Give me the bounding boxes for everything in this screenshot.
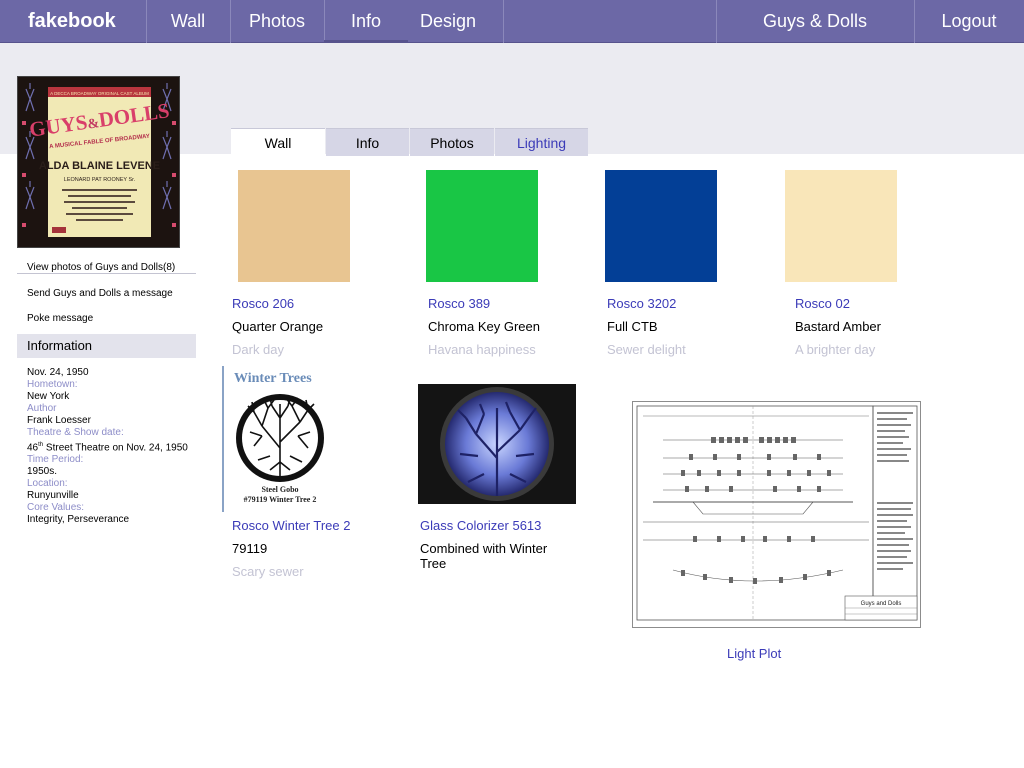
card-title-rosco-389[interactable]: Rosco 389 bbox=[428, 296, 490, 311]
fakebook-logo[interactable]: fakebook bbox=[0, 0, 146, 43]
info-values: Integrity, Perseverance bbox=[27, 514, 130, 526]
profile-picture[interactable]: A DECCA BROADWAY ORIGINAL CAST ALBUM GUY… bbox=[17, 76, 180, 248]
card-title-rosco-winter-tree[interactable]: Rosco Winter Tree 2 bbox=[232, 518, 351, 533]
glass-colorizer-image[interactable] bbox=[418, 384, 576, 504]
info-hometown: New York bbox=[27, 391, 70, 402]
card-subtitle: Full CTB bbox=[607, 319, 658, 334]
information-list: Nov. 24, 1950 Hometown: New York Author … bbox=[27, 367, 207, 526]
tab-lighting[interactable]: Lighting bbox=[495, 128, 588, 156]
poke-link[interactable]: Poke message bbox=[27, 313, 93, 324]
swatch-rosco-389[interactable] bbox=[426, 170, 538, 282]
information-heading: Information bbox=[17, 334, 196, 358]
svg-text:ALDA BLAINE LEVENE: ALDA BLAINE LEVENE bbox=[39, 160, 160, 172]
card-note: Sewer delight bbox=[607, 342, 686, 357]
nav-info[interactable]: Info bbox=[324, 0, 408, 43]
info-values-label: Core Values: bbox=[27, 502, 85, 514]
card-subtitle: Combined with Winter Tree bbox=[420, 541, 548, 571]
nav-photos[interactable]: Photos bbox=[230, 0, 324, 43]
gobo-picture: Winter Trees Steel Gobo #79119 Winter Tr… bbox=[234, 371, 324, 504]
card-title-rosco-206[interactable]: Rosco 206 bbox=[232, 296, 294, 311]
nav-logout[interactable]: Logout bbox=[914, 0, 1024, 43]
card-title-rosco-02[interactable]: Rosco 02 bbox=[795, 296, 850, 311]
swatch-rosco-206[interactable] bbox=[238, 170, 350, 282]
card-note: A brighter day bbox=[795, 342, 876, 357]
card-subtitle: 79119 bbox=[232, 541, 268, 556]
svg-text:A DECCA BROADWAY ORIGINAL CAST: A DECCA BROADWAY ORIGINAL CAST ALBUM bbox=[50, 91, 149, 96]
svg-text:Steel Gobo: Steel Gobo bbox=[261, 485, 298, 494]
sidebar-divider bbox=[17, 273, 196, 274]
glass-picture bbox=[440, 387, 554, 501]
svg-text:#79119 Winter Tree 2: #79119 Winter Tree 2 bbox=[244, 495, 317, 504]
svg-text:Guys and Dolls: Guys and Dolls bbox=[861, 601, 902, 607]
card-title-glass-colorizer[interactable]: Glass Colorizer 5613 bbox=[420, 518, 541, 533]
card-title-light-plot[interactable]: Light Plot bbox=[727, 646, 781, 661]
nav-group-guys-and-dolls[interactable]: Guys & Dolls bbox=[716, 0, 914, 43]
send-message-link[interactable]: Send Guys and Dolls a message bbox=[27, 288, 173, 299]
swatch-rosco-02[interactable] bbox=[785, 170, 897, 282]
card-title-rosco-3202[interactable]: Rosco 3202 bbox=[607, 296, 676, 311]
card-subtitle: Chroma Key Green bbox=[428, 319, 540, 334]
info-theatre-label: Theatre & Show date: bbox=[27, 427, 124, 438]
card-subtitle: Bastard Amber bbox=[795, 319, 881, 334]
guys-and-dolls-poster-image: A DECCA BROADWAY ORIGINAL CAST ALBUM GUY… bbox=[18, 77, 179, 247]
card-subtitle: Quarter Orange bbox=[232, 319, 324, 334]
info-location: Runyunville bbox=[27, 490, 79, 502]
light-plot-drawing: Guys and Dolls bbox=[636, 405, 918, 621]
card-note: Havana happiness bbox=[428, 342, 536, 357]
winter-tree-gobo-image[interactable]: Winter Trees Steel Gobo #79119 Winter Tr… bbox=[222, 366, 334, 512]
card-note: Dark day bbox=[232, 342, 285, 357]
tab-info[interactable]: Info bbox=[326, 128, 409, 156]
info-hometown-label: Hometown: bbox=[27, 379, 78, 390]
info-date: Nov. 24, 1950 bbox=[27, 367, 89, 378]
info-author-label: Author bbox=[27, 403, 57, 414]
info-author: Frank Loesser bbox=[27, 415, 91, 426]
tab-photos[interactable]: Photos bbox=[410, 128, 494, 156]
nav-wall[interactable]: Wall bbox=[146, 0, 230, 43]
svg-text:Winter Trees: Winter Trees bbox=[234, 371, 312, 386]
svg-text:LEONARD PAT ROONEY Sr.: LEONARD PAT ROONEY Sr. bbox=[64, 177, 136, 183]
swatch-rosco-3202[interactable] bbox=[605, 170, 717, 282]
info-period: 1950s. bbox=[27, 466, 58, 478]
nav-divider bbox=[503, 0, 504, 43]
tab-wall[interactable]: Wall bbox=[231, 128, 325, 156]
light-plot-image[interactable]: Guys and Dolls bbox=[632, 401, 921, 628]
nav-design[interactable]: Design bbox=[408, 0, 488, 43]
info-theatre: 46th Street Theatre on Nov. 24, 1950 bbox=[27, 442, 188, 454]
info-period-label: Time Period: bbox=[27, 454, 84, 466]
view-photos-link[interactable]: View photos of Guys and Dolls(8) bbox=[27, 262, 175, 273]
info-location-label: Location: bbox=[27, 478, 68, 490]
card-note: Scary sewer bbox=[232, 564, 304, 579]
top-nav-bar: fakebook Wall Photos Info Design Guys & … bbox=[0, 0, 1024, 43]
